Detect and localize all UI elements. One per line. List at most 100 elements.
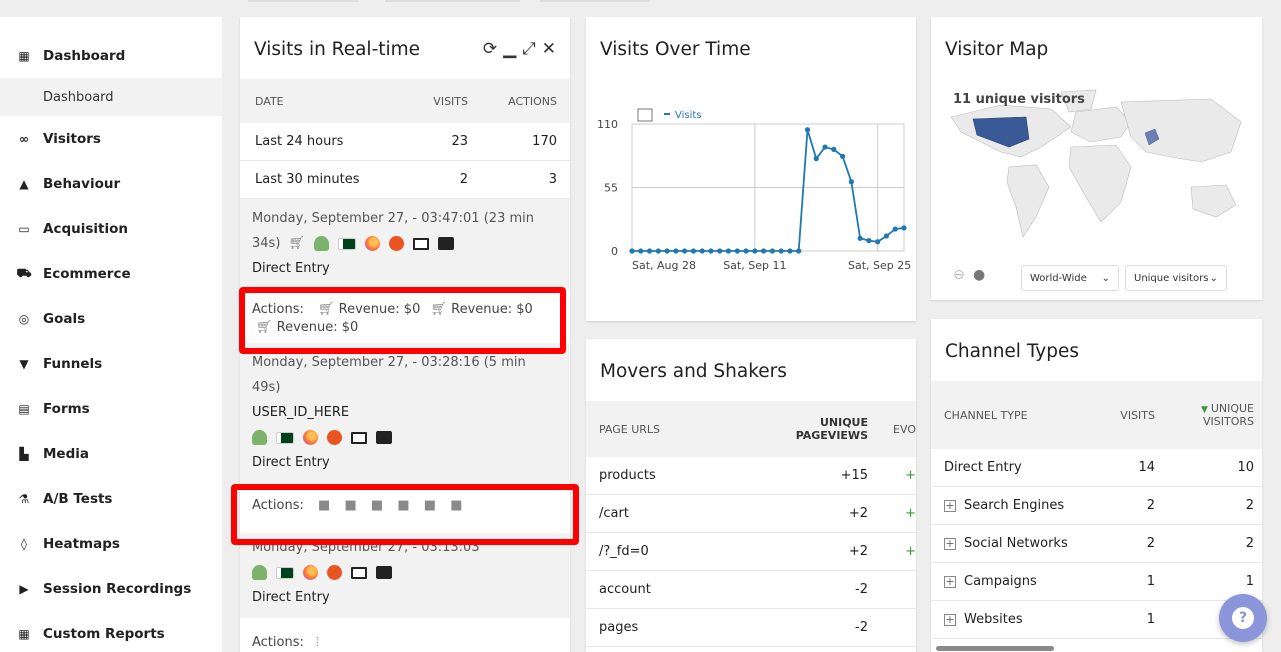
col-visits[interactable]: VISITS	[1075, 409, 1155, 422]
resolution-icon	[376, 431, 392, 444]
col-visits[interactable]: VISITS	[408, 95, 468, 108]
table-row[interactable]: + Search Engines 2 2	[931, 487, 1262, 525]
visitor-profile-icon[interactable]	[252, 430, 267, 445]
cell-channel: Social Networks	[964, 536, 1068, 551]
expand-icon[interactable]: +	[944, 499, 956, 512]
col-date[interactable]: DATE	[255, 95, 408, 108]
region-select[interactable]: World-Wide ⌄	[1021, 265, 1119, 291]
folder-icon[interactable]: ■	[344, 498, 356, 513]
firefox-icon	[303, 565, 318, 580]
col-actions[interactable]: ACTIONS	[468, 95, 557, 108]
col-evolution[interactable]: EVO	[868, 423, 916, 436]
sidebar-item-ab-tests[interactable]: ⚗ A/B Tests	[0, 476, 222, 521]
col-channel-type[interactable]: CHANNEL TYPE	[944, 409, 1075, 422]
expand-icon[interactable]: +	[944, 575, 956, 588]
cell-url: pages	[599, 620, 639, 635]
visit-title: Monday, September 27, - 03:13:03	[252, 540, 480, 555]
cell-unique: +2	[848, 544, 868, 559]
visitor-profile-icon[interactable]	[252, 565, 267, 580]
audio-icon[interactable]: ⦙	[316, 635, 319, 650]
map-europe	[1070, 106, 1132, 143]
visit-actions: Actions: ⦙	[240, 618, 570, 652]
sidebar-item-label: Goals	[43, 310, 86, 327]
sidebar-item-media[interactable]: ▙ Media	[0, 431, 222, 476]
col-page-urls[interactable]: PAGE URLS	[599, 423, 748, 436]
cell-evo: +	[905, 468, 916, 483]
sidebar-item-label: Session Recordings	[43, 580, 192, 597]
table-row[interactable]: + Social Networks 2 2	[931, 525, 1262, 563]
ubuntu-icon	[327, 565, 342, 580]
sidebar-item-dashboard[interactable]: ▦ Dashboard	[0, 33, 222, 78]
cell-visits: 1	[1146, 574, 1155, 589]
minimize-icon[interactable]: ▁	[503, 39, 516, 59]
table-row[interactable]: products +15 +	[586, 457, 916, 495]
horizontal-scrollbar[interactable]	[936, 646, 1054, 651]
map-africa	[1068, 144, 1132, 223]
sidebar-item-custom-reports[interactable]: ▦ Custom Reports	[0, 611, 222, 652]
cell-evo: +	[905, 506, 916, 521]
sidebar-item-ecommerce[interactable]: ⛟ Ecommerce	[0, 251, 222, 296]
sidebar-item-forms[interactable]: ▤ Forms	[0, 386, 222, 431]
visit-source: Direct Entry	[252, 455, 330, 470]
sidebar-item-behaviour[interactable]: ▲ Behaviour	[0, 161, 222, 206]
folder-icon[interactable]: ■	[397, 498, 409, 513]
y-tick-label: 0	[611, 245, 618, 258]
data-point	[813, 156, 819, 162]
col-unique-visitors-label: UNIQUE VISITORS	[1203, 401, 1254, 428]
cell-unique: +2	[848, 506, 868, 521]
cart-icon[interactable]: 🛒︎	[430, 302, 447, 317]
world-map[interactable]	[931, 87, 1262, 257]
col-unique-pageviews[interactable]: UNIQUE PAGEVIEWS	[748, 416, 868, 442]
desktop-icon	[351, 431, 367, 444]
folder-icon[interactable]: ■	[424, 498, 436, 513]
help-icon: ?	[1232, 607, 1254, 629]
data-point	[743, 248, 749, 254]
table-row[interactable]: account -2	[586, 571, 916, 609]
data-point	[778, 248, 784, 254]
table-row[interactable]: /?_fd=0 +2 +	[586, 533, 916, 571]
table-row[interactable]: /cart +2 +	[586, 495, 916, 533]
play-icon: ▶	[19, 581, 29, 596]
refresh-icon[interactable]: ⟳	[483, 39, 497, 59]
help-button[interactable]: ?	[1219, 594, 1267, 642]
zoom-out-icon[interactable]: ⊖	[953, 267, 965, 283]
row-label: Last 30 minutes	[255, 172, 360, 187]
sidebar-subitem-dashboard[interactable]: Dashboard	[0, 78, 222, 116]
expand-icon[interactable]: +	[944, 613, 956, 626]
table-row[interactable]: +Websites11	[931, 601, 1262, 639]
data-point	[682, 248, 688, 254]
close-icon[interactable]: ✕	[542, 39, 556, 59]
y-tick-label: 110	[597, 118, 618, 131]
funnel-icon: ▼	[19, 356, 29, 371]
table-row[interactable]: Direct Entry 14 10	[931, 449, 1262, 487]
data-point	[673, 248, 679, 254]
metric-select[interactable]: Unique visitors ⌄	[1125, 265, 1227, 291]
sidebar-item-acquisition[interactable]: ▭ Acquisition	[0, 206, 222, 251]
cart-icon[interactable]: 🛒︎	[318, 302, 335, 317]
folder-icon[interactable]: ■	[318, 498, 330, 513]
maximize-icon[interactable]: ⤢	[522, 39, 536, 59]
sidebar-item-session-recordings[interactable]: ▶ Session Recordings	[0, 566, 222, 611]
sidebar-item-goals[interactable]: ◎ Goals	[0, 296, 222, 341]
visitor-profile-icon[interactable]	[314, 236, 330, 251]
cell-visits: 1	[1146, 612, 1155, 627]
desktop-icon	[413, 237, 430, 250]
visit-user-id: USER_ID_HERE	[252, 405, 350, 420]
sidebar-item-label: Heatmaps	[43, 535, 120, 552]
cart-icon[interactable]: 🛒︎	[256, 320, 273, 335]
table-row[interactable]: + Campaigns 1 1	[931, 563, 1262, 601]
data-point	[883, 233, 890, 239]
sidebar-item-heatmaps[interactable]: ◊ Heatmaps	[0, 521, 222, 566]
visit-actions: Actions: 🛒︎ Revenue: $0 🛒︎ Revenue: $0 🛒…	[240, 289, 570, 343]
data-point	[822, 144, 828, 150]
table-row[interactable]: pages -2	[586, 609, 916, 647]
folder-icon[interactable]: ■	[371, 498, 383, 513]
sidebar-item-label: Acquisition	[43, 220, 128, 237]
sidebar-item-funnels[interactable]: ▼ Funnels	[0, 341, 222, 386]
data-point	[796, 248, 802, 254]
folder-icon[interactable]: ■	[450, 498, 462, 513]
globe-icon[interactable]: ●	[973, 267, 985, 283]
col-unique-visitors[interactable]: ▼ UNIQUE VISITORS	[1155, 401, 1262, 428]
expand-icon[interactable]: +	[944, 537, 956, 550]
sidebar-item-visitors[interactable]: ∞ Visitors	[0, 116, 222, 161]
